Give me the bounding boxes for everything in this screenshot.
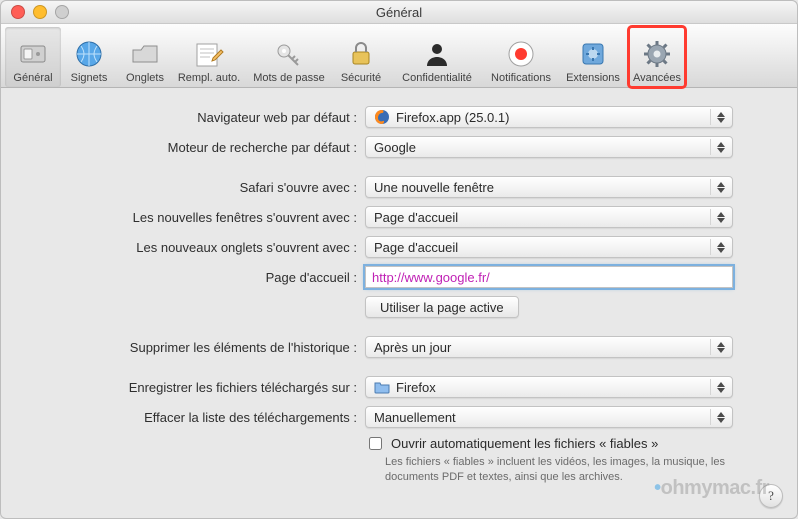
gear-icon [641, 38, 673, 70]
default-search-label: Moteur de recherche par défaut : [27, 140, 365, 155]
chevrons-icon [710, 409, 728, 425]
toolbar-passwords[interactable]: Mots de passe [245, 27, 333, 87]
help-button[interactable]: ? [759, 484, 783, 508]
popup-value: Page d'accueil [374, 240, 458, 255]
default-browser-label: Navigateur web par défaut : [27, 110, 365, 125]
opens-with-popup[interactable]: Une nouvelle fenêtre [365, 176, 733, 198]
homepage-input[interactable] [365, 266, 733, 288]
clear-downloads-label: Effacer la liste des téléchargements : [27, 410, 365, 425]
silhouette-icon [421, 38, 453, 70]
opens-with-label: Safari s'ouvre avec : [27, 180, 365, 195]
clear-downloads-popup[interactable]: Manuellement [365, 406, 733, 428]
downloads-popup[interactable]: Firefox [365, 376, 733, 398]
toolbar-label: Onglets [126, 72, 164, 84]
toolbar-notifications[interactable]: Notifications [485, 27, 557, 87]
key-icon [273, 38, 305, 70]
popup-value: Une nouvelle fenêtre [374, 180, 494, 195]
use-current-page-button[interactable]: Utiliser la page active [365, 296, 519, 318]
toolbar-privacy[interactable]: Confidentialité [389, 27, 485, 87]
chevrons-icon [710, 209, 728, 225]
toolbar-label: Général [13, 72, 52, 84]
toolbar-extensions[interactable]: Extensions [557, 27, 629, 87]
chevrons-icon [710, 109, 728, 125]
toolbar-tabs[interactable]: Onglets [117, 27, 173, 87]
popup-value: Après un jour [374, 340, 451, 355]
toolbar-label: Signets [71, 72, 108, 84]
general-pane: Navigateur web par défaut : Firefox.app … [1, 88, 797, 518]
puzzle-gear-icon [577, 38, 609, 70]
history-popup[interactable]: Après un jour [365, 336, 733, 358]
history-label: Supprimer les éléments de l'historique : [27, 340, 365, 355]
toolbar-security[interactable]: Sécurité [333, 27, 389, 87]
zoom-window-button[interactable] [55, 5, 69, 19]
switch-icon [17, 38, 49, 70]
pencil-form-icon [193, 38, 225, 70]
default-browser-popup[interactable]: Firefox.app (25.0.1) [365, 106, 733, 128]
toolbar-label: Avancées [633, 72, 681, 84]
globe-icon [73, 38, 105, 70]
new-tabs-popup[interactable]: Page d'accueil [365, 236, 733, 258]
popup-value: Firefox [396, 380, 436, 395]
safe-open-description: Les fichiers « fiables » incluent les vi… [385, 455, 745, 485]
window-controls [1, 5, 69, 19]
new-windows-popup[interactable]: Page d'accueil [365, 206, 733, 228]
popup-value: Manuellement [374, 410, 456, 425]
titlebar: Général [1, 1, 797, 24]
firefox-icon [374, 109, 390, 125]
notification-icon [505, 38, 537, 70]
close-window-button[interactable] [11, 5, 25, 19]
toolbar-advanced[interactable]: Avancées [629, 27, 685, 87]
preferences-window: Général Général Signets Onglets Rem [0, 0, 798, 519]
chevrons-icon [710, 379, 728, 395]
safe-open-label: Ouvrir automatiquement les fichiers « fi… [391, 436, 658, 451]
toolbar-label: Extensions [566, 72, 620, 84]
safe-open-checkbox[interactable] [369, 437, 382, 450]
popup-value: Firefox.app (25.0.1) [396, 110, 509, 125]
new-tabs-label: Les nouveaux onglets s'ouvrent avec : [27, 240, 365, 255]
new-windows-label: Les nouvelles fenêtres s'ouvrent avec : [27, 210, 365, 225]
preferences-toolbar: Général Signets Onglets Rempl. auto. Mot [1, 24, 797, 88]
folder-icon [374, 379, 390, 395]
chevrons-icon [710, 139, 728, 155]
minimize-window-button[interactable] [33, 5, 47, 19]
chevrons-icon [710, 179, 728, 195]
toolbar-autofill[interactable]: Rempl. auto. [173, 27, 245, 87]
toolbar-label: Mots de passe [253, 72, 325, 84]
default-search-popup[interactable]: Google [365, 136, 733, 158]
toolbar-general[interactable]: Général [5, 27, 61, 87]
toolbar-label: Rempl. auto. [178, 72, 240, 84]
chevrons-icon [710, 339, 728, 355]
popup-value: Google [374, 140, 416, 155]
toolbar-label: Notifications [491, 72, 551, 84]
lock-icon [345, 38, 377, 70]
window-title: Général [1, 5, 797, 20]
chevrons-icon [710, 239, 728, 255]
tabs-icon [129, 38, 161, 70]
popup-value: Page d'accueil [374, 210, 458, 225]
toolbar-label: Sécurité [341, 72, 381, 84]
homepage-label: Page d'accueil : [27, 270, 365, 285]
downloads-label: Enregistrer les fichiers téléchargés sur… [27, 380, 365, 395]
toolbar-label: Confidentialité [402, 72, 472, 84]
toolbar-bookmarks[interactable]: Signets [61, 27, 117, 87]
help-glyph: ? [768, 488, 774, 504]
